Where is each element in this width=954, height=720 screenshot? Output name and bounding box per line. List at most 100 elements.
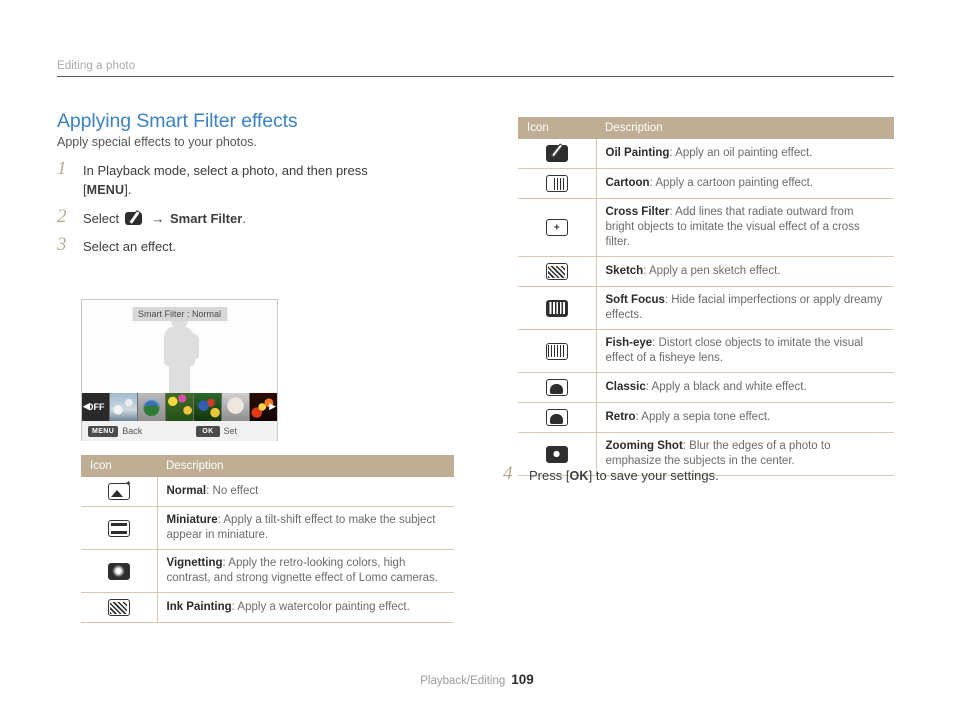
ok-button-chip[interactable]: OK: [196, 425, 220, 437]
step-1: 1 In Playback mode, select a photo, and …: [57, 158, 467, 200]
step-text: Press [: [529, 468, 570, 483]
step-number: 2: [57, 206, 67, 227]
fish-eye-icon: [545, 342, 568, 360]
step-text: Select an effect.: [83, 239, 176, 254]
footer-section-label: Playback/Editing: [420, 675, 506, 687]
table-row: Ink Painting: Apply a watercolor paintin…: [81, 592, 454, 623]
effect-desc: : Apply a sepia tone effect.: [635, 411, 771, 423]
left-effects-table-wrapper: Icon Description ✦ Normal: No effect Min…: [81, 455, 454, 623]
back-label: Back: [122, 426, 143, 436]
camera-bottom-bar: MENU Back OK Set: [82, 421, 277, 441]
effect-name: Normal: [166, 485, 207, 497]
effect-desc: : No effect: [206, 485, 259, 497]
menu-key-label: MENU: [86, 183, 125, 197]
icon-cell: [518, 329, 597, 373]
scroll-right-arrow-icon[interactable]: ▶: [269, 402, 276, 411]
left-effects-table: Icon Description ✦ Normal: No effect Min…: [81, 455, 454, 623]
table-row: + Cross Filter: Add lines that radiate o…: [518, 198, 894, 257]
effect-name: Oil Painting: [605, 147, 670, 159]
filter-thumb-face[interactable]: [222, 393, 250, 421]
miniature-icon: [107, 519, 130, 537]
table-row: ✦ Normal: No effect: [81, 477, 454, 507]
filter-thumbnail-strip[interactable]: ◀ OFF ▶: [82, 393, 277, 421]
filter-thumb-sky[interactable]: [110, 393, 138, 421]
filter-thumb-off[interactable]: ◀ OFF: [82, 393, 110, 421]
subject-silhouette: [152, 312, 208, 393]
running-header: Editing a photo: [57, 60, 894, 77]
steps-list: 1 In Playback mode, select a photo, and …: [57, 158, 467, 256]
ink-painting-icon: [107, 599, 130, 616]
table-row: Sketch: Apply a pen sketch effect.: [518, 256, 894, 287]
cross-filter-icon: +: [545, 219, 568, 236]
page-number: 109: [511, 672, 534, 687]
normal-icon: ✦: [107, 480, 132, 500]
icon-cell: [518, 286, 597, 330]
icon-cell: +: [518, 198, 597, 257]
vignetting-icon: [107, 562, 130, 580]
filter-thumb-fire[interactable]: ▶: [250, 393, 277, 421]
icon-cell: [81, 506, 158, 550]
page-footer: Playback/Editing 109: [0, 672, 954, 687]
column-header-icon: Icon: [518, 117, 596, 139]
column-header-icon: Icon: [81, 455, 157, 477]
edit-icon: [124, 209, 144, 227]
description-cell: Sketch: Apply a pen sketch effect.: [596, 256, 894, 287]
effect-name: Fish-eye: [605, 337, 653, 349]
effect-name: Cross Filter: [605, 206, 670, 218]
smart-filter-label: Smart Filter: [170, 211, 243, 226]
icon-cell: [518, 256, 597, 287]
zooming-shot-icon: [545, 445, 568, 463]
description-cell: Cross Filter: Add lines that radiate out…: [596, 198, 894, 257]
page-title: Applying Smart Filter effects: [57, 110, 298, 132]
description-cell: Classic: Apply a black and white effect.: [596, 372, 894, 403]
step-number: 3: [57, 234, 67, 255]
table-row: Cartoon: Apply a cartoon painting effect…: [518, 168, 894, 199]
icon-cell: [518, 402, 597, 433]
filter-thumb-parrot[interactable]: [194, 393, 222, 421]
description-cell: Miniature: Apply a tilt-shift effect to …: [157, 506, 454, 550]
soft-focus-icon: [545, 299, 568, 317]
effect-desc: : Apply a watercolor painting effect.: [231, 601, 410, 613]
menu-button-chip[interactable]: MENU: [88, 425, 119, 437]
arrow-icon: →: [151, 211, 165, 226]
right-effects-table: Icon Description Oil Painting: Apply an …: [518, 117, 894, 476]
filter-thumb-globe[interactable]: [138, 393, 166, 421]
camera-screen-illustration: Smart Filter : Normal ◀ OFF ▶ MENU Back …: [81, 299, 278, 441]
table-header-row: Icon Description: [518, 117, 894, 139]
sketch-icon: [545, 263, 568, 280]
column-header-description: Description: [596, 117, 894, 139]
camera-preview-area: Smart Filter : Normal: [82, 300, 277, 393]
table-row: Vignetting: Apply the retro-looking colo…: [81, 549, 454, 593]
effect-name: Retro: [605, 411, 636, 423]
effect-desc: : Apply an oil painting effect.: [669, 147, 813, 159]
set-control[interactable]: OK Set: [196, 425, 238, 437]
step-3: 3 Select an effect.: [57, 234, 467, 256]
oil-painting-icon: [545, 143, 568, 162]
back-control[interactable]: MENU Back: [88, 425, 143, 437]
description-cell: Retro: Apply a sepia tone effect.: [596, 402, 894, 433]
description-cell: Fish-eye: Distort close objects to imita…: [596, 329, 894, 373]
icon-cell: [81, 592, 158, 623]
step-number: 1: [57, 158, 67, 179]
step-bracket-close: ].: [124, 182, 132, 197]
effect-name: Cartoon: [605, 177, 650, 189]
scroll-left-arrow-icon[interactable]: ◀: [83, 402, 90, 411]
step-text: In Playback mode, select a photo, and th…: [83, 163, 368, 178]
set-label: Set: [223, 426, 238, 436]
table-row: Retro: Apply a sepia tone effect.: [518, 402, 894, 433]
icon-cell: [518, 168, 597, 199]
cartoon-icon: [545, 175, 568, 192]
effect-name: Sketch: [605, 265, 644, 277]
step-text-after: .: [242, 211, 246, 226]
effect-name: Classic: [605, 381, 646, 393]
effect-name: Miniature: [166, 514, 218, 526]
description-cell: Ink Painting: Apply a watercolor paintin…: [157, 592, 454, 623]
effect-desc: : Apply a black and white effect.: [645, 381, 807, 393]
table-header-row: Icon Description: [81, 455, 454, 477]
effect-desc: : Apply a pen sketch effect.: [643, 265, 781, 277]
effect-name: Ink Painting: [166, 601, 232, 613]
right-effects-table-wrapper: Icon Description Oil Painting: Apply an …: [518, 117, 894, 476]
effect-name: Soft Focus: [605, 294, 665, 306]
step-number: 4: [503, 463, 513, 484]
filter-thumb-flowers[interactable]: [166, 393, 194, 421]
